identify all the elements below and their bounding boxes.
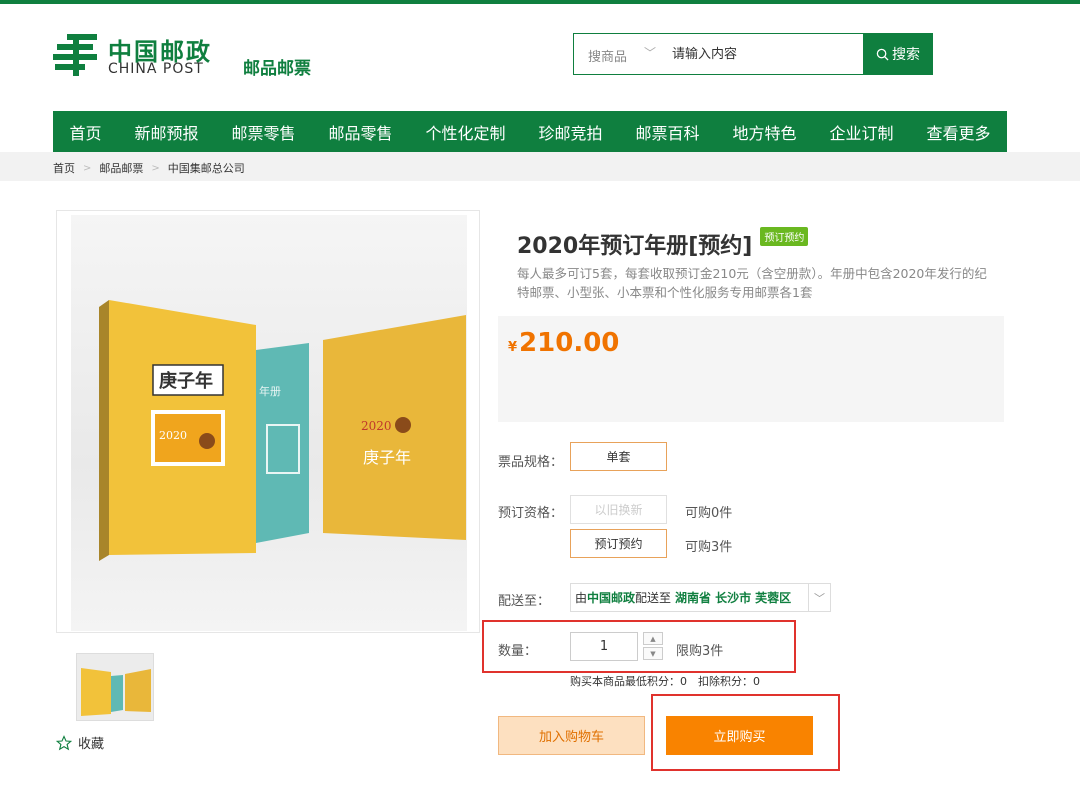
breadcrumb-company[interactable]: 中国集邮总公司	[168, 160, 245, 176]
top-accent-strip	[0, 0, 1080, 4]
favorite-label: 收藏	[78, 737, 105, 752]
nav-item-philatelic-retail[interactable]: 邮品零售	[328, 120, 392, 144]
china-post-logo-icon	[53, 34, 97, 76]
qualification-label: 预订资格：	[498, 506, 564, 521]
qualification-option-preorder[interactable]: 预订预约	[570, 529, 667, 558]
search-icon	[876, 48, 889, 61]
search-category-select[interactable]: 搜商品	[588, 46, 627, 65]
product-price: ¥ 210.00	[508, 328, 619, 358]
product-description: 每人最多可订5套，每套收取预订金210元（含空册款）。年册中包含2020年发行的…	[517, 266, 987, 300]
spec-option-single-set[interactable]: 单套	[570, 442, 667, 471]
nav-item-more[interactable]: 查看更多	[926, 120, 990, 144]
breadcrumb-home[interactable]: 首页	[53, 160, 75, 176]
qualification-trade-in-note: 可购0件	[685, 506, 733, 521]
album-illustration: 年册 庚子年 2020 2020 庚子年	[99, 300, 466, 561]
product-title: 2020年预订年册[预约]	[517, 234, 753, 259]
buy-now-highlight-box	[651, 694, 840, 771]
delivery-district: 芙蓉区	[755, 591, 792, 605]
logo-english-text: CHINA POST	[108, 61, 204, 77]
album-right-title: 庚子年	[363, 448, 411, 467]
product-title-row: 2020年预订年册[预约] 预订预约	[517, 226, 809, 260]
chevron-down-icon[interactable]: ﹀	[644, 44, 656, 61]
star-icon	[56, 734, 72, 750]
currency-symbol: ¥	[508, 340, 518, 355]
quantity-highlight-box	[482, 620, 796, 673]
nav-item-home[interactable]: 首页	[69, 120, 101, 144]
chevron-down-icon[interactable]: ﹀	[808, 584, 830, 611]
qualification-preorder-note: 可购3件	[685, 540, 733, 555]
chevron-right-icon: >	[151, 162, 160, 174]
nav-item-stamp-retail[interactable]: 邮票零售	[231, 120, 295, 144]
product-image-frame: 年册 庚子年 2020 2020 庚子年	[56, 210, 480, 633]
thumbnail-illustration	[81, 668, 151, 716]
album-cover-title: 庚子年	[159, 370, 213, 392]
price-box: ¥ 210.00	[498, 316, 1004, 422]
delivery-carrier: 中国邮政	[587, 591, 636, 605]
logo-subtitle: 邮品邮票	[243, 59, 311, 79]
nav-item-new-stamp-forecast[interactable]: 新邮预报	[134, 120, 198, 144]
delivery-label: 配送至：	[498, 594, 551, 609]
nav-item-customization[interactable]: 个性化定制	[425, 120, 505, 144]
search-button-label: 搜索	[892, 47, 920, 63]
delivery-province: 湖南省	[675, 591, 712, 605]
album-cover-year: 2020	[159, 429, 187, 442]
spec-label: 票品规格：	[498, 455, 564, 470]
search-input[interactable]	[672, 40, 852, 68]
delivery-middle: 配送至	[635, 591, 672, 605]
nav-item-enterprise[interactable]: 企业订制	[829, 120, 893, 144]
breadcrumb-category[interactable]: 邮品邮票	[99, 160, 143, 176]
album-spine-text: 年册	[259, 384, 281, 398]
qualification-option-trade-in[interactable]: 以旧换新	[570, 495, 667, 524]
search-bar: 搜商品 ﹀ 搜索	[573, 33, 933, 75]
nav-item-auction[interactable]: 珍邮竞拍	[538, 120, 602, 144]
nav-item-encyclopedia[interactable]: 邮票百科	[635, 120, 699, 144]
chevron-right-icon: >	[83, 162, 92, 174]
favorite-button[interactable]: 收藏	[56, 733, 104, 752]
preorder-badge: 预订预约	[760, 226, 809, 246]
main-nav: 首页 新邮预报 邮票零售 邮品零售 个性化定制 珍邮竞拍 邮票百科 地方特色 企…	[53, 111, 1007, 152]
nav-item-local-specialties[interactable]: 地方特色	[732, 120, 796, 144]
delivery-city: 长沙市	[715, 591, 752, 605]
search-button[interactable]: 搜索	[863, 33, 933, 75]
breadcrumb-bar: 首页 > 邮品邮票 > 中国集邮总公司	[0, 152, 1080, 181]
points-info: 购买本商品最低积分：0 扣除积分：0	[570, 675, 760, 688]
delivery-prefix: 由	[575, 591, 588, 605]
breadcrumb: 首页 > 邮品邮票 > 中国集邮总公司	[53, 160, 245, 176]
add-to-cart-button[interactable]: 加入购物车	[498, 716, 645, 755]
product-main-image[interactable]: 年册 庚子年 2020 2020 庚子年	[71, 215, 467, 631]
delivery-address-select[interactable]: 由 中国邮政 配送至 湖南省 长沙市 芙蓉区 ﹀	[570, 583, 831, 612]
price-value: 210.00	[519, 328, 620, 358]
site-logo[interactable]: 中国邮政 CHINA POST 邮品邮票	[53, 30, 323, 84]
product-thumbnail[interactable]	[76, 653, 154, 721]
album-right-year: 2020	[361, 419, 392, 433]
